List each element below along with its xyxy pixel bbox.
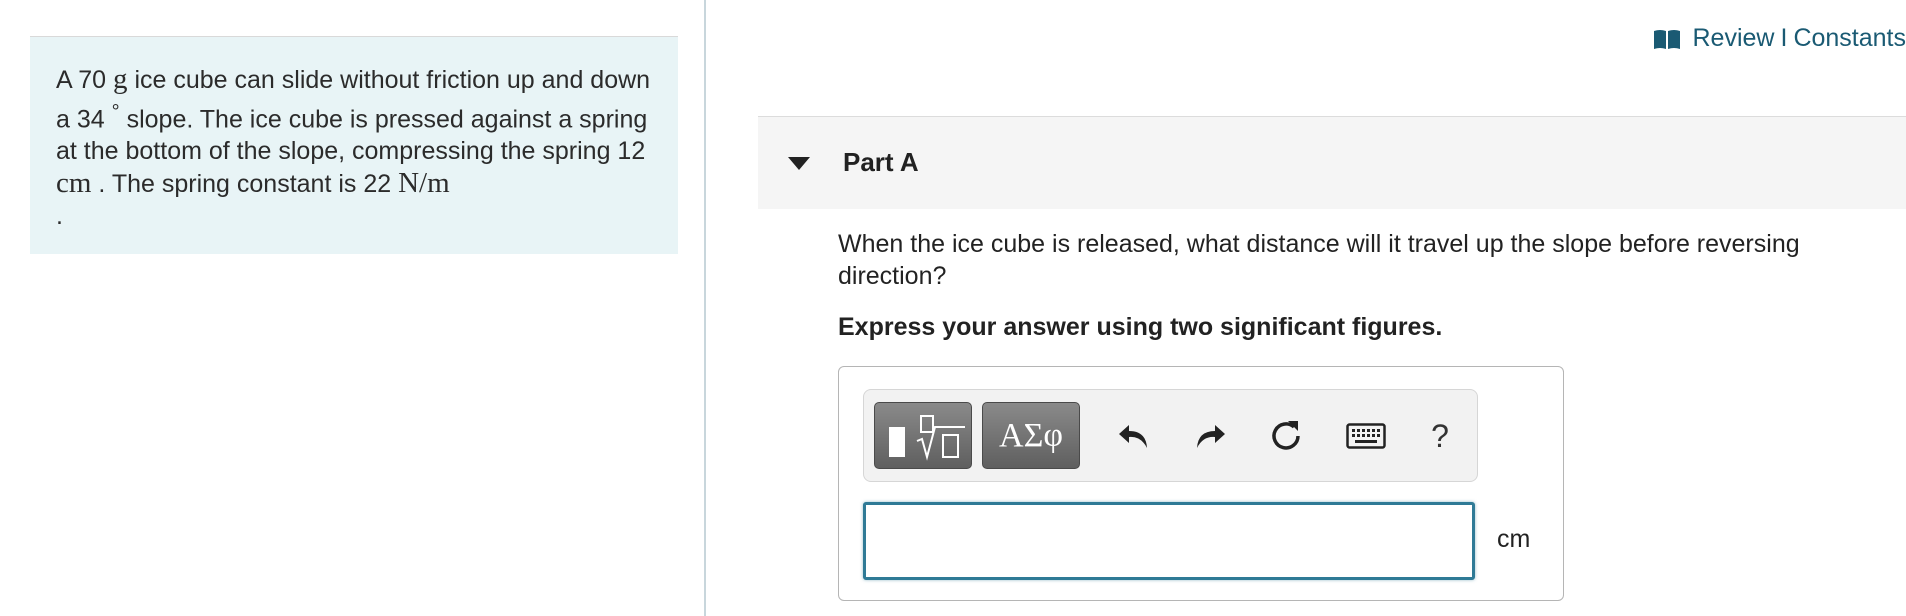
templates-button[interactable]	[874, 402, 972, 469]
degree-symbol: °	[111, 101, 120, 123]
part-a-header[interactable]: Part A	[758, 117, 1906, 209]
answer-panel: ΑΣφ ? cm	[838, 366, 1564, 601]
link-separator: I	[1780, 24, 1788, 52]
redo-icon[interactable]	[1186, 412, 1234, 460]
part-title: Part A	[843, 147, 919, 177]
problem-text-4: . The spring constant is 22	[98, 170, 392, 199]
math-toolbar: ΑΣφ ?	[863, 389, 1478, 482]
answer-unit: cm	[1497, 525, 1531, 553]
help-button[interactable]: ?	[1416, 412, 1464, 460]
constants-link[interactable]: Constants	[1793, 24, 1906, 53]
review-link[interactable]: Review	[1693, 24, 1775, 53]
length-unit: cm	[56, 167, 92, 200]
undo-icon[interactable]	[1110, 412, 1158, 460]
pane-divider	[704, 0, 706, 616]
mass-unit: g	[113, 63, 128, 95]
spring-constant-unit: N/m	[398, 167, 450, 200]
resource-links: Review I Constants	[1653, 24, 1906, 53]
collapse-caret-icon[interactable]	[788, 157, 810, 170]
greek-symbols-button[interactable]: ΑΣφ	[982, 402, 1080, 469]
reset-icon[interactable]	[1262, 412, 1310, 460]
keyboard-icon[interactable]	[1342, 412, 1390, 460]
book-icon	[1653, 28, 1681, 50]
problem-text-5: .	[56, 202, 63, 231]
answer-instruction: Express your answer using two significan…	[838, 313, 1443, 341]
problem-text-3: slope. The ice cube is pressed against a…	[56, 105, 648, 166]
answer-input[interactable]	[863, 502, 1475, 580]
templates-icon	[889, 415, 965, 461]
question-text: When the ice cube is released, what dist…	[838, 230, 1800, 290]
problem-text-1: A 70	[56, 66, 107, 94]
problem-statement: A 70 g ice cube can slide without fricti…	[30, 37, 678, 254]
